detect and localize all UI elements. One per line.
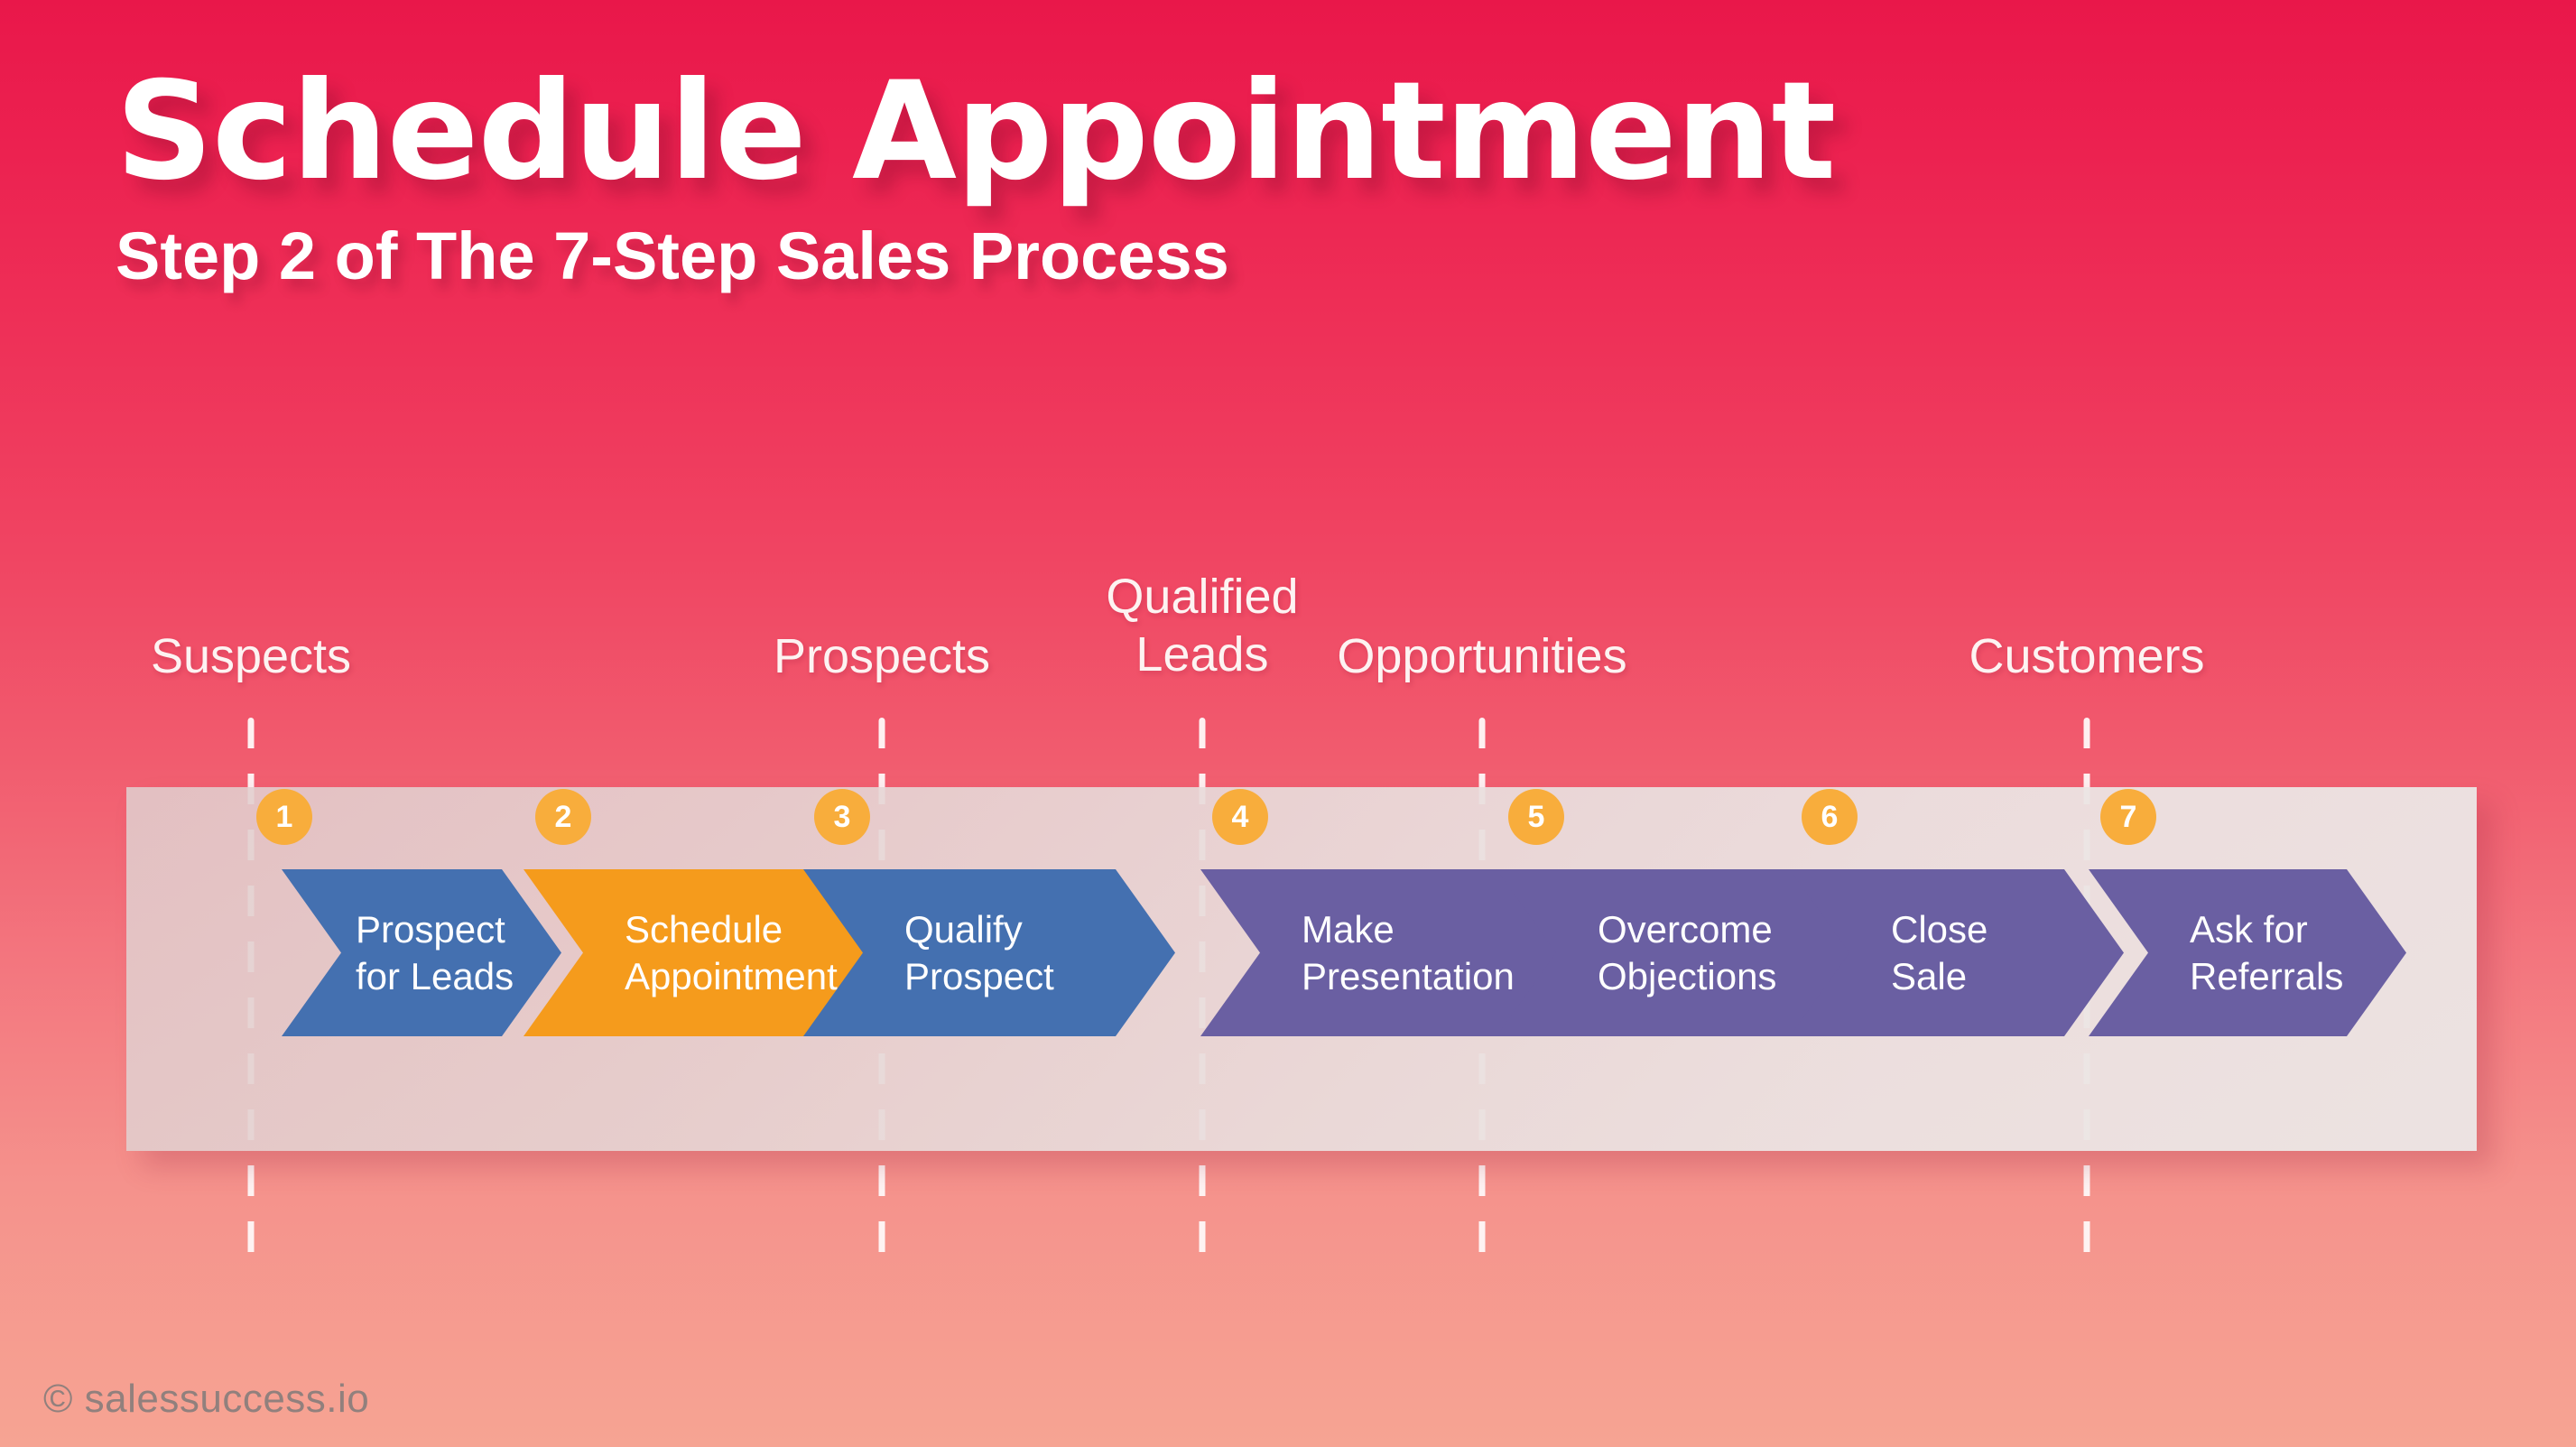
header: Schedule Appointment Step 2 of The 7-Ste… — [116, 63, 2372, 292]
stage-label-1: Suspects — [150, 629, 352, 683]
step-number-badge-1: 1 — [256, 789, 312, 845]
step-number-badge-3: 3 — [814, 789, 870, 845]
step-number-badge-7: 7 — [2100, 789, 2156, 845]
step-number-badge-6: 6 — [1802, 789, 1858, 845]
stage-label-2: Prospects — [773, 629, 991, 683]
stage-label-4: Opportunities — [1337, 629, 1627, 683]
step-number-badge-2: 2 — [535, 789, 591, 845]
step-number-badge-4: 4 — [1212, 789, 1268, 845]
watermark: © salessuccess.io — [43, 1377, 370, 1421]
stage-label-5: Customers — [1969, 629, 2205, 683]
infographic-canvas: Schedule Appointment Step 2 of The 7-Ste… — [0, 0, 2576, 1447]
step-number-badge-5: 5 — [1508, 789, 1564, 845]
page-subtitle: Step 2 of The 7-Step Sales Process — [116, 218, 1229, 293]
page-title: Schedule Appointment — [116, 53, 1836, 210]
stage-label-3: Qualified Leads — [1106, 570, 1299, 682]
